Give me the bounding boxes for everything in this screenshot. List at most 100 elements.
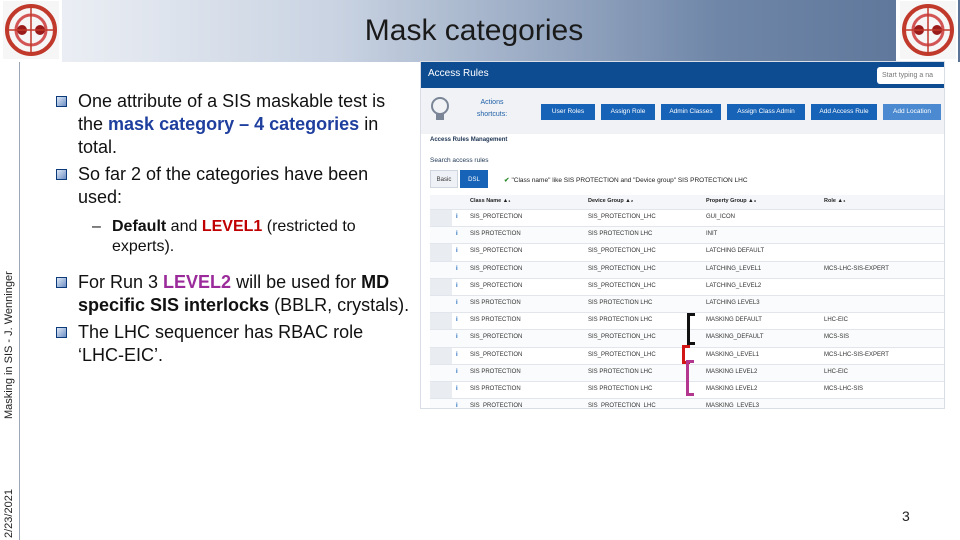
level2-bracket	[686, 360, 694, 396]
tab-basic[interactable]: Basic	[430, 170, 458, 188]
info-icon[interactable]: i	[456, 300, 458, 306]
assign-class-admin-button[interactable]: Assign Class Admin	[727, 104, 805, 120]
table-row[interactable]: i SIS_PROTECTION SIS_PROTECTION_LHC LATCHIN…	[430, 244, 944, 262]
table-row[interactable]: i SIS_PROTECTION SIS_PROTECTION_LHC MASKING…	[430, 399, 944, 408]
bullet-list: One attribute of a SIS maskable test is …	[54, 90, 414, 371]
cell-class: SIS PROTECTION	[470, 231, 521, 238]
lightbulb-icon	[431, 97, 449, 120]
side-divider	[19, 62, 20, 540]
cell-device: SIS_PROTECTION_LHC	[588, 282, 656, 289]
slide-header: Mask categories	[0, 0, 960, 62]
table-row[interactable]: i SIS_PROTECTION SIS_PROTECTION_LHC LATCHIN…	[430, 279, 944, 296]
cell-class: SIS_PROTECTION	[470, 334, 523, 341]
assign-role-button[interactable]: Assign Role	[601, 104, 655, 120]
cell-device: SIS PROTECTION LHC	[588, 317, 653, 324]
cell-property: LATCHING_LEVEL1	[706, 265, 762, 272]
add-location-button[interactable]: Add Location	[883, 104, 941, 120]
cell-device: SIS_PROTECTION_LHC	[588, 351, 656, 358]
bullet-square-icon	[56, 169, 67, 180]
info-icon[interactable]: i	[456, 248, 458, 254]
info-icon[interactable]: i	[456, 317, 458, 323]
info-icon[interactable]: i	[456, 334, 458, 340]
table-header: Class Name ▲₁ Device Group ▲₂ Property G…	[430, 195, 944, 210]
cell-property: MASKING_DEFAULT	[706, 334, 764, 341]
cell-role: MCS-LHC-SIS-EXPERT	[824, 265, 889, 272]
actions-toolbar: Actions shortcuts: User Roles Assign Rol…	[421, 88, 944, 134]
bullet-sequencer-role: The LHC sequencer has RBAC role ‘LHC-EIC…	[54, 321, 414, 367]
cell-property: MASKING LEVEL2	[706, 368, 758, 375]
cell-property: MASKING DEFAULT	[706, 317, 762, 324]
cell-device: SIS_PROTECTION_LHC	[588, 403, 656, 408]
admin-classes-button[interactable]: Admin Classes	[661, 104, 721, 120]
bullet-run3-level2: For Run 3 LEVEL2 will be used for MD spe…	[54, 271, 414, 317]
user-roles-button[interactable]: User Roles	[541, 104, 595, 120]
info-icon[interactable]: i	[456, 386, 458, 392]
info-icon[interactable]: i	[456, 283, 458, 289]
default-bracket	[687, 313, 695, 345]
bullet-categories-used: So far 2 of the categories have been use…	[54, 163, 414, 209]
col-property-group[interactable]: Property Group ▲₃	[706, 198, 756, 204]
info-icon[interactable]: i	[456, 231, 458, 237]
cell-class: SIS_PROTECTION	[470, 403, 523, 408]
cell-device: SIS PROTECTION LHC	[588, 299, 653, 306]
info-icon[interactable]: i	[456, 214, 458, 220]
info-icon[interactable]: i	[456, 266, 458, 272]
add-access-rule-button[interactable]: Add Access Rule	[811, 104, 877, 120]
col-class-name[interactable]: Class Name ▲₁	[470, 198, 510, 204]
app-search-input[interactable]: Start typing a na	[877, 67, 944, 84]
cell-class: SIS PROTECTION	[470, 385, 521, 392]
cell-device: SIS_PROTECTION_LHC	[588, 334, 656, 341]
app-header: Access Rules Start typing a na	[421, 62, 944, 88]
actions-shortcuts-label: Actions shortcuts:	[476, 99, 508, 118]
table-row[interactable]: i SIS PROTECTION SIS PROTECTION LHC LATCHIN…	[430, 295, 944, 314]
cell-class: SIS PROTECTION	[470, 317, 521, 324]
check-icon: ✔	[504, 177, 510, 184]
dsl-filter: ✔ "Class name" like SIS PROTECTION and "D…	[504, 176, 748, 184]
slide-title: Mask categories	[364, 14, 584, 47]
search-heading: Search access rules	[430, 157, 489, 164]
info-icon[interactable]: i	[456, 403, 458, 408]
info-icon[interactable]: i	[456, 352, 458, 358]
lhc-logo-icon	[900, 1, 956, 59]
cell-property: MASKING_LEVEL3	[706, 403, 760, 408]
cell-role: MCS-LHC-SIS-EXPERT	[824, 351, 889, 358]
cell-device: SIS_PROTECTION_LHC	[588, 248, 656, 255]
cell-device: SIS_PROTECTION_LHC	[588, 214, 656, 220]
tab-dsl[interactable]: DSL	[460, 170, 488, 188]
table-row[interactable]: i SIS_PROTECTION SIS_PROTECTION_LHC LATCHIN…	[430, 261, 944, 279]
cell-class: SIS_PROTECTION	[470, 248, 523, 255]
cell-class: SIS_PROTECTION	[470, 214, 523, 220]
app-title: Access Rules	[428, 68, 489, 79]
section-heading: Access Rules Management	[430, 137, 508, 143]
col-role[interactable]: Role ▲₄	[824, 198, 846, 204]
page-number: 3	[902, 508, 910, 524]
table-row[interactable]: i SIS_PROTECTION SIS_PROTECTION_LHC GUI_ICO…	[430, 210, 944, 228]
info-icon[interactable]: i	[456, 369, 458, 375]
cell-device: SIS PROTECTION LHC	[588, 385, 653, 392]
cell-property: MASKING LEVEL2	[706, 385, 758, 392]
table-row[interactable]: i SIS PROTECTION SIS PROTECTION LHC INIT	[430, 227, 944, 245]
cell-class: SIS_PROTECTION	[470, 265, 523, 272]
cell-property: LATCHING_LEVEL2	[706, 282, 762, 289]
col-device-group[interactable]: Device Group ▲₂	[588, 198, 633, 204]
bullet-square-icon	[56, 327, 67, 338]
cell-role: MCS-SIS	[824, 334, 850, 341]
cell-class: SIS_PROTECTION	[470, 351, 523, 358]
cell-device: SIS PROTECTION LHC	[588, 231, 653, 238]
cell-property: GUI_ICON	[706, 214, 736, 220]
slide-date: 2/23/2021	[3, 489, 15, 538]
cell-class: SIS PROTECTION	[470, 368, 521, 375]
cell-role: LHC-EIC	[824, 368, 849, 375]
cell-device: SIS PROTECTION LHC	[588, 368, 653, 375]
lhc-logo-right	[896, 0, 958, 62]
cell-property: LATCHING DEFAULT	[706, 248, 765, 255]
cell-role: MCS-LHC-SIS	[824, 385, 864, 392]
cell-role: LHC-EIC	[824, 317, 849, 324]
dsl-filter-text: "Class name" like SIS PROTECTION and "De…	[511, 177, 748, 184]
bullet-mask-attribute: One attribute of a SIS maskable test is …	[54, 90, 414, 159]
cell-class: SIS PROTECTION	[470, 299, 521, 306]
bullet-square-icon	[56, 277, 67, 288]
cell-device: SIS_PROTECTION_LHC	[588, 265, 656, 272]
sub-bullet-default-level1: – Default and LEVEL1 (restricted to expe…	[92, 218, 356, 255]
cell-class: SIS_PROTECTION	[470, 282, 523, 289]
